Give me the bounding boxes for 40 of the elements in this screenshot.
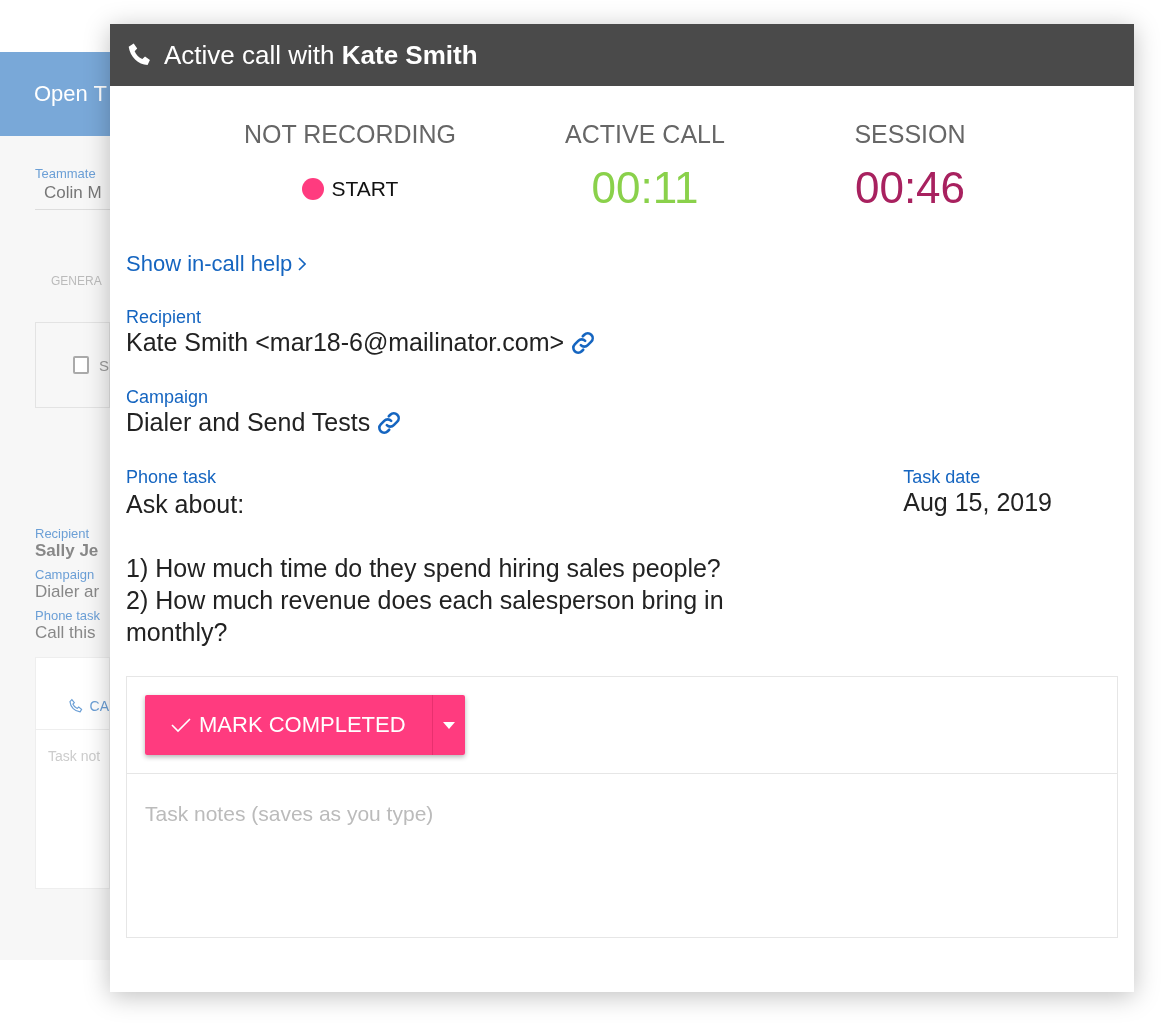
call-button[interactable]: CA xyxy=(89,697,109,714)
chevron-icon xyxy=(298,257,307,271)
link-icon[interactable] xyxy=(570,329,597,356)
timer: 00:11 xyxy=(591,163,699,213)
caret-icon xyxy=(442,721,455,729)
field-value: Call this xyxy=(35,623,97,643)
notes-field[interactable]: Task notes (saves as you type) xyxy=(126,773,1118,938)
stat-label: SESSION xyxy=(854,120,966,149)
campaign-value: Dialer and Send Tests xyxy=(126,408,371,437)
field-label: Phone task xyxy=(35,608,102,623)
record-button[interactable]: START xyxy=(301,177,399,201)
field-value: Dialer ar xyxy=(35,582,101,602)
field-label: Campaign xyxy=(126,387,210,408)
task-text: Ask about: xyxy=(126,489,246,520)
dropdown-button[interactable] xyxy=(432,695,465,755)
link-icon[interactable] xyxy=(376,409,403,436)
stat-label: ACTIVE CALL xyxy=(565,120,725,149)
field-label: Recipient xyxy=(126,307,203,328)
timer: 00:46 xyxy=(854,163,966,213)
mark-completed-button[interactable]: MARK COMPLETED xyxy=(145,695,433,755)
field-label: Task date xyxy=(903,467,982,488)
field-label: Teammate xyxy=(35,166,97,181)
task-text: 2) How much revenue does each salesperson bring in monthly? xyxy=(126,585,725,648)
stat-label: GENERA xyxy=(51,274,103,288)
record-dot-icon xyxy=(301,178,324,200)
task-text: 1) How much time do they spend hiring sales people? xyxy=(126,553,722,584)
checkbox-label: S xyxy=(99,356,109,374)
help-link[interactable]: Show in-call help xyxy=(126,251,307,277)
recipient-value: Kate Smith <mar18-6@mailinator.com> xyxy=(126,328,565,357)
field-label: Phone task xyxy=(126,467,218,488)
field-value: Sally Je xyxy=(35,541,100,561)
check-icon xyxy=(171,717,191,733)
background-title: Open T xyxy=(34,81,107,107)
field-label: Campaign xyxy=(35,567,96,582)
checkbox[interactable] xyxy=(73,356,89,374)
stat-label: NOT RECORDING xyxy=(243,120,457,149)
task-date: Aug 15, 2019 xyxy=(903,488,1052,517)
phone-icon xyxy=(68,697,84,714)
window-title: Active call with Kate Smith xyxy=(164,39,478,71)
field-label: Recipient xyxy=(35,526,91,541)
